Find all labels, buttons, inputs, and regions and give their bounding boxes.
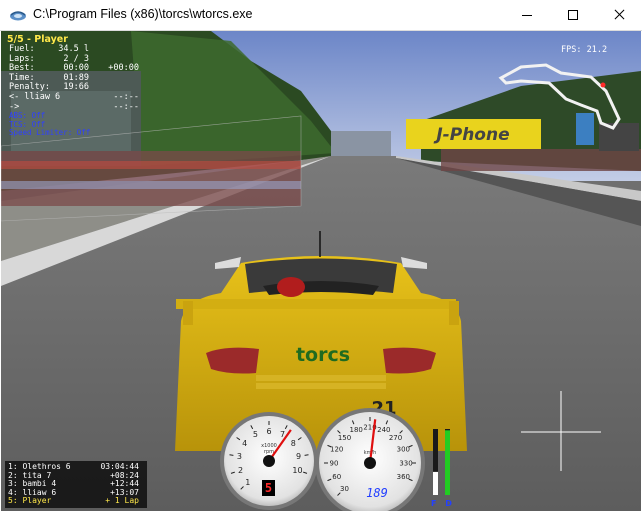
gauge-tick bbox=[229, 454, 234, 456]
gauge-tick-label: 2 bbox=[238, 466, 243, 475]
gauge-tick-label: 9 bbox=[296, 452, 301, 461]
gauge-tick-label: 330 bbox=[399, 459, 412, 467]
crowd-left bbox=[1, 151, 301, 206]
banner-text: J-Phone bbox=[433, 125, 509, 145]
fps-counter: FPS: 21.2 bbox=[561, 45, 608, 55]
digital-speed-readout: 189 bbox=[366, 486, 388, 500]
hud-row-extra: --:-- bbox=[113, 101, 139, 112]
gauge-tick-label: 3 bbox=[237, 452, 242, 461]
gauge-tick-label: 300 bbox=[397, 446, 410, 454]
torcs-app-icon bbox=[10, 11, 26, 21]
window-title: C:\Program Files (x86)\torcs\wtorcs.exe bbox=[33, 7, 253, 21]
gauge-tick-label: 180 bbox=[350, 426, 363, 434]
hud-row-value: 19:66 bbox=[63, 82, 89, 93]
minimap-car-dot bbox=[600, 82, 606, 88]
gauge-tick bbox=[304, 454, 309, 456]
gauge-tick-label: 120 bbox=[330, 446, 343, 454]
race-info-panel: 5/5 - Player Fuel: 34.5 l Laps: 2 / 3 Best: 0… bbox=[7, 34, 139, 138]
maximize-button[interactable] bbox=[550, 0, 596, 30]
gauge-tick-label: 90 bbox=[330, 459, 339, 467]
gauge-tick-label: 6 bbox=[266, 427, 271, 436]
gauge-tick-label: 5 bbox=[253, 430, 258, 439]
hud-blue-line-3: Speed Limiter: Off bbox=[9, 128, 91, 138]
gauge-tick-label: 270 bbox=[389, 434, 402, 442]
window-titlebar: C:\Program Files (x86)\torcs\wtorcs.exe bbox=[0, 0, 642, 31]
gauge-tick-label: 4 bbox=[242, 439, 247, 448]
gauge-tick-label: 1 bbox=[245, 478, 250, 487]
gauge-tick-label: 10 bbox=[292, 466, 302, 475]
standings-board: 1: Olethros 6 03:04:44 2: tita 7 +08:24 3:… bbox=[5, 461, 147, 508]
hud-row-extra: +00:00 bbox=[108, 63, 139, 74]
game-viewport[interactable]: J-Phone torcs 21 1 2 3 4 5 6 7 8 9 10 x1… bbox=[1, 31, 641, 511]
fuel-bar bbox=[433, 471, 438, 495]
close-button[interactable] bbox=[596, 0, 642, 30]
standings-row-player: 5: Player + 1 Lap bbox=[8, 496, 139, 506]
gauge-tick-label: 240 bbox=[377, 426, 390, 434]
gauge-tick-label: 60 bbox=[332, 473, 341, 481]
fuel-damage-labels: F D bbox=[431, 499, 455, 508]
gauge-tick-label: 150 bbox=[338, 434, 351, 442]
hud-row: -> --:-- bbox=[7, 101, 139, 113]
gear-indicator: 5 bbox=[262, 480, 275, 496]
hud-row-label: -> bbox=[9, 101, 20, 112]
gauge-tick-label: 360 bbox=[397, 473, 410, 481]
car-torcs-logo: torcs bbox=[296, 344, 350, 366]
minimize-button[interactable] bbox=[504, 0, 550, 30]
gauge-tick-label: 30 bbox=[340, 485, 349, 493]
gauge-tick-label: 8 bbox=[291, 439, 296, 448]
crowd-right bbox=[441, 149, 641, 171]
damage-bar bbox=[445, 430, 450, 495]
